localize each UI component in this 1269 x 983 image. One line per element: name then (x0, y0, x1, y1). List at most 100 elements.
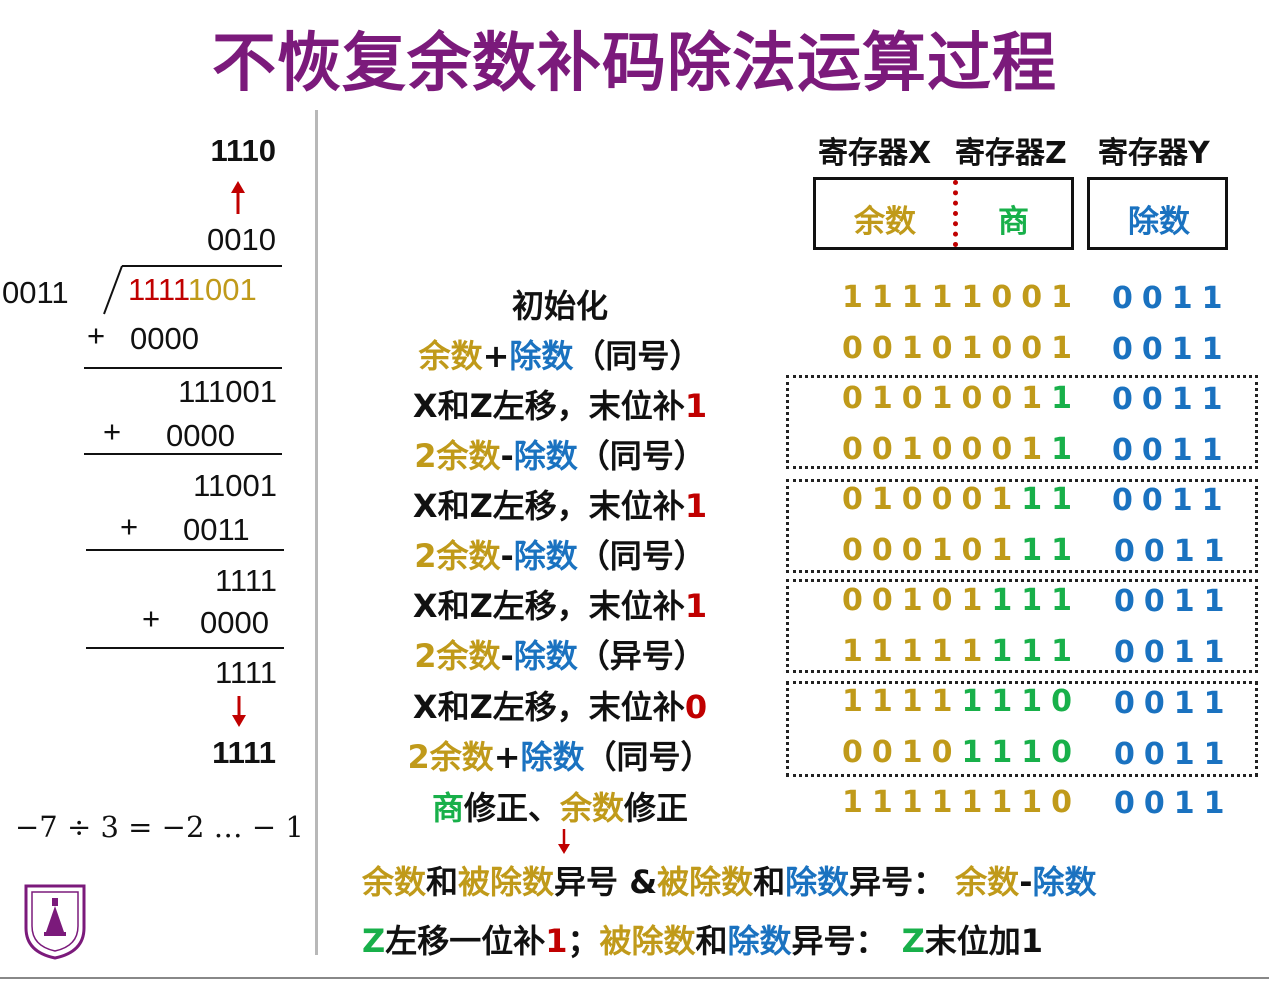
divider-line (84, 367, 282, 369)
register-x-bits: 00010111 (842, 533, 1081, 568)
register-x-bits: 11111001 (842, 280, 1081, 315)
step-text: X和Z左移，末位补 (412, 387, 685, 425)
page-title: 不恢复余数补码除法运算过程 (212, 27, 1057, 101)
step-label: X和Z左移，末位补1 (395, 481, 725, 527)
addend-3: 0011 (183, 512, 250, 547)
note-text: 和 (695, 922, 728, 960)
remainder-bits: 010001 (842, 482, 1022, 517)
step-text: 除数 (509, 337, 574, 375)
step-label: 2余数+除数（同号） (395, 732, 725, 778)
step-text: （同号） (577, 437, 706, 475)
partial-remainder-3: 1111 (214, 563, 277, 598)
step-text: 2余数 (414, 637, 501, 675)
quotient-shift: 0010 (207, 222, 276, 257)
step-text: 修正、 (463, 789, 560, 827)
note-text: 被除数 (458, 863, 555, 901)
register-y-bits: 0011 (1114, 686, 1234, 721)
quotient-bits: 1 (1051, 381, 1081, 416)
remainder-result: 1111 (212, 735, 276, 770)
university-logo (24, 884, 86, 960)
step-text: - (500, 637, 514, 675)
dividend: 11111001 (128, 272, 257, 308)
step-text: - (500, 537, 514, 575)
addend-1: 0000 (130, 321, 199, 356)
step-text: 除数 (513, 637, 578, 675)
remainder-bits: 1111 (842, 785, 962, 820)
quotient-bits: 11 (1021, 482, 1081, 517)
note-line-2: Z左移一位补1；被除数和除数异号： Z末位加1 (362, 916, 1043, 962)
step-label: 商修正、余数修正 (395, 783, 725, 829)
register-x-bits: 00100011 (842, 432, 1081, 467)
step-label: 2余数-除数（同号） (395, 431, 725, 477)
register-x-bits: 11111110 (842, 785, 1081, 820)
register-y-bits: 0011 (1114, 737, 1234, 772)
note-text: ； (567, 922, 600, 960)
remainder-bits: 1111 (842, 684, 962, 719)
quotient-bits: 1110 (961, 735, 1081, 770)
register-x-bits: 01000111 (842, 482, 1081, 517)
note-text: 异号 & (554, 863, 658, 901)
step-label: 2余数-除数（同号） (395, 531, 725, 577)
step-label: 2余数-除数（异号） (395, 631, 725, 677)
note-text: 除数 (785, 863, 850, 901)
register-y-bits: 0011 (1114, 584, 1234, 619)
note-line-1: 余数和被除数异号 &被除数和除数异号： 余数-除数 (362, 857, 1096, 903)
note-text: 除数 (1032, 863, 1097, 901)
register-xz-box: 余数 商 (813, 177, 1074, 250)
step-text: 商 (431, 789, 464, 827)
remainder-bits: 0010001 (842, 432, 1052, 467)
register-y-box: 除数 (1087, 177, 1228, 250)
remainder-bits: 00101 (842, 583, 992, 618)
register-y-bits: 0011 (1112, 281, 1232, 316)
plus-sign: + (120, 509, 139, 544)
dividend-high-bits: 1111 (128, 272, 188, 307)
down-arrow-icon (232, 696, 246, 727)
quotient-bits: 1110 (961, 785, 1081, 820)
note-text: Z (362, 922, 386, 960)
quotient-bits: 11 (1021, 533, 1081, 568)
remainder-bits: 0010 (842, 735, 962, 770)
step-label: X和Z左移，末位补1 (395, 581, 725, 627)
step-label: 余数+除数（同号） (395, 331, 725, 377)
note-text: 末位加1 (924, 922, 1044, 960)
plus-sign: + (103, 414, 122, 449)
step-text: （异号） (577, 637, 706, 675)
divider-line (86, 549, 284, 551)
step-text: （同号） (577, 537, 706, 575)
step-label: X和Z左移，末位补0 (395, 682, 725, 728)
note-text: Z (901, 922, 925, 960)
remainder-bits: 000101 (842, 533, 1022, 568)
note-text: 被除数 (657, 863, 754, 901)
register-y-bits: 0011 (1112, 483, 1232, 518)
step-text: 除数 (513, 537, 578, 575)
remainder-bits: 0101001 (842, 381, 1052, 416)
dividend-low-bits: 1001 (187, 272, 257, 307)
step-text: X和Z左移，末位补 (412, 487, 685, 525)
quotient-cell: 商 (998, 204, 1029, 240)
xz-divider (953, 180, 958, 247)
step-text: 1 (684, 487, 708, 525)
register-y-bits: 0011 (1112, 433, 1232, 468)
step-text: （同号） (573, 337, 702, 375)
note-text: 1 (545, 922, 568, 960)
step-text: 1 (684, 587, 708, 625)
register-y-bits: 0011 (1112, 382, 1232, 417)
divisor-value: 0011 (2, 275, 69, 310)
remainder-bits: 11111 (842, 634, 992, 669)
register-x-bits: 11111111 (842, 634, 1081, 669)
step-text: 0 (684, 688, 708, 726)
step-text: + (493, 738, 521, 776)
step-text: （同号） (584, 738, 713, 776)
quotient-bits: 111 (991, 634, 1081, 669)
plus-sign: + (142, 601, 161, 636)
note-text: 余数 (955, 863, 1020, 901)
divider-line (84, 453, 282, 455)
vertical-separator (315, 110, 318, 955)
remainder-cell: 余数 (854, 204, 916, 240)
step-text: - (500, 437, 514, 475)
register-y-bits: 0011 (1114, 786, 1234, 821)
final-remainder: 1111 (214, 655, 277, 690)
step-text: 1 (684, 387, 708, 425)
step-label: 初始化 (395, 281, 725, 327)
step-text: 初始化 (511, 287, 608, 325)
